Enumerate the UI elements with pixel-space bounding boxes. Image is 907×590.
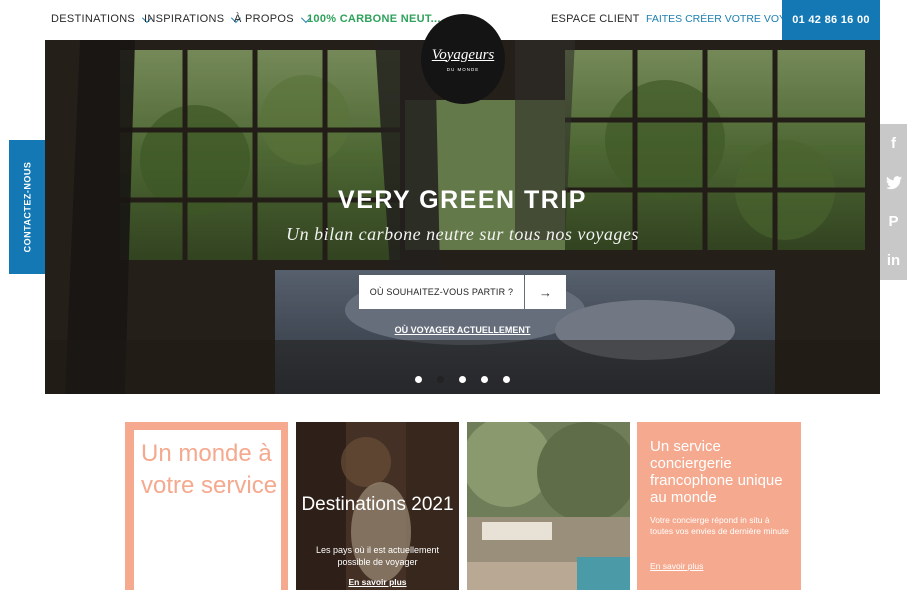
arrow-right-icon: → [539, 284, 552, 300]
card-conciergerie[interactable]: Un service conciergerie francophone uniq… [637, 422, 801, 590]
logo-name: Voyageurs [431, 46, 495, 63]
card-conciergerie-title: Un service conciergerie francophone uniq… [650, 438, 783, 506]
nav-carbone-neutre-label: 100% CARBONE NEUT... [307, 13, 441, 25]
carousel-dot[interactable] [459, 376, 466, 383]
card-destinations-2021[interactable]: Destinations 2021 Les pays où il est act… [296, 422, 459, 590]
carousel-dot[interactable] [481, 376, 488, 383]
hero-title: VERY GREEN TRIP [338, 186, 587, 214]
card-conciergerie-desc: Votre concierge répond in situ à toutes … [650, 515, 789, 536]
hero-subtitle: Un bilan carbone neutre sur tous nos voy… [286, 224, 639, 244]
nav-a-propos[interactable]: À PROPOS [234, 12, 311, 25]
logo-subtitle: DU MONDE [446, 66, 480, 72]
pinterest-icon[interactable]: P [880, 202, 907, 241]
ou-voyager-link[interactable]: OÙ VOYAGER ACTUELLEMENT [45, 325, 880, 335]
card-terrace-image [467, 422, 630, 590]
nav-a-propos-label: À PROPOS [234, 13, 294, 25]
twitter-icon[interactable] [880, 163, 907, 202]
card-un-monde[interactable]: Un monde à votre service [125, 422, 288, 590]
destination-search-button[interactable]: OÙ SOUHAITEZ-VOUS PARTIR ? [359, 275, 524, 309]
carousel-dot[interactable] [503, 376, 510, 383]
card-destinations-link[interactable]: En savoir plus [296, 577, 459, 587]
voyageurs-du-monde-logo[interactable]: Voyageurs DU MONDE [421, 14, 505, 104]
linkedin-icon[interactable]: in [880, 241, 907, 280]
carousel-dots [415, 376, 510, 383]
espace-client-link[interactable]: ESPACE CLIENT [551, 13, 640, 25]
card-conciergerie-link[interactable]: En savoir plus [650, 561, 703, 571]
nav-inspirations-label: INSPIRATIONS [144, 13, 225, 25]
contactez-nous-tab[interactable]: CONTACTEZ-NOUS [9, 140, 45, 274]
phone-button[interactable]: 01 42 86 16 00 [782, 0, 880, 40]
facebook-icon[interactable]: f [880, 124, 907, 163]
card-destinations-title: Destinations 2021 [301, 494, 454, 515]
nav-carbone-neutre[interactable]: 100% CARBONE NEUT... [307, 13, 441, 25]
nav-destinations-label: DESTINATIONS [51, 13, 136, 25]
contactez-nous-label: CONTACTEZ-NOUS [22, 161, 33, 253]
search-submit-button[interactable]: → [525, 275, 566, 309]
card-un-monde-text: Un monde à votre service [141, 440, 278, 499]
card-photo-terrace[interactable] [467, 422, 630, 590]
carousel-dot-active[interactable] [437, 376, 444, 383]
nav-destinations[interactable]: DESTINATIONS [51, 12, 152, 25]
card-destinations-desc: Les pays où il est actuellement possible… [315, 545, 440, 567]
nav-inspirations[interactable]: INSPIRATIONS [144, 12, 242, 25]
carousel-dot[interactable] [415, 376, 422, 383]
social-share-bar: f P in [880, 124, 907, 280]
